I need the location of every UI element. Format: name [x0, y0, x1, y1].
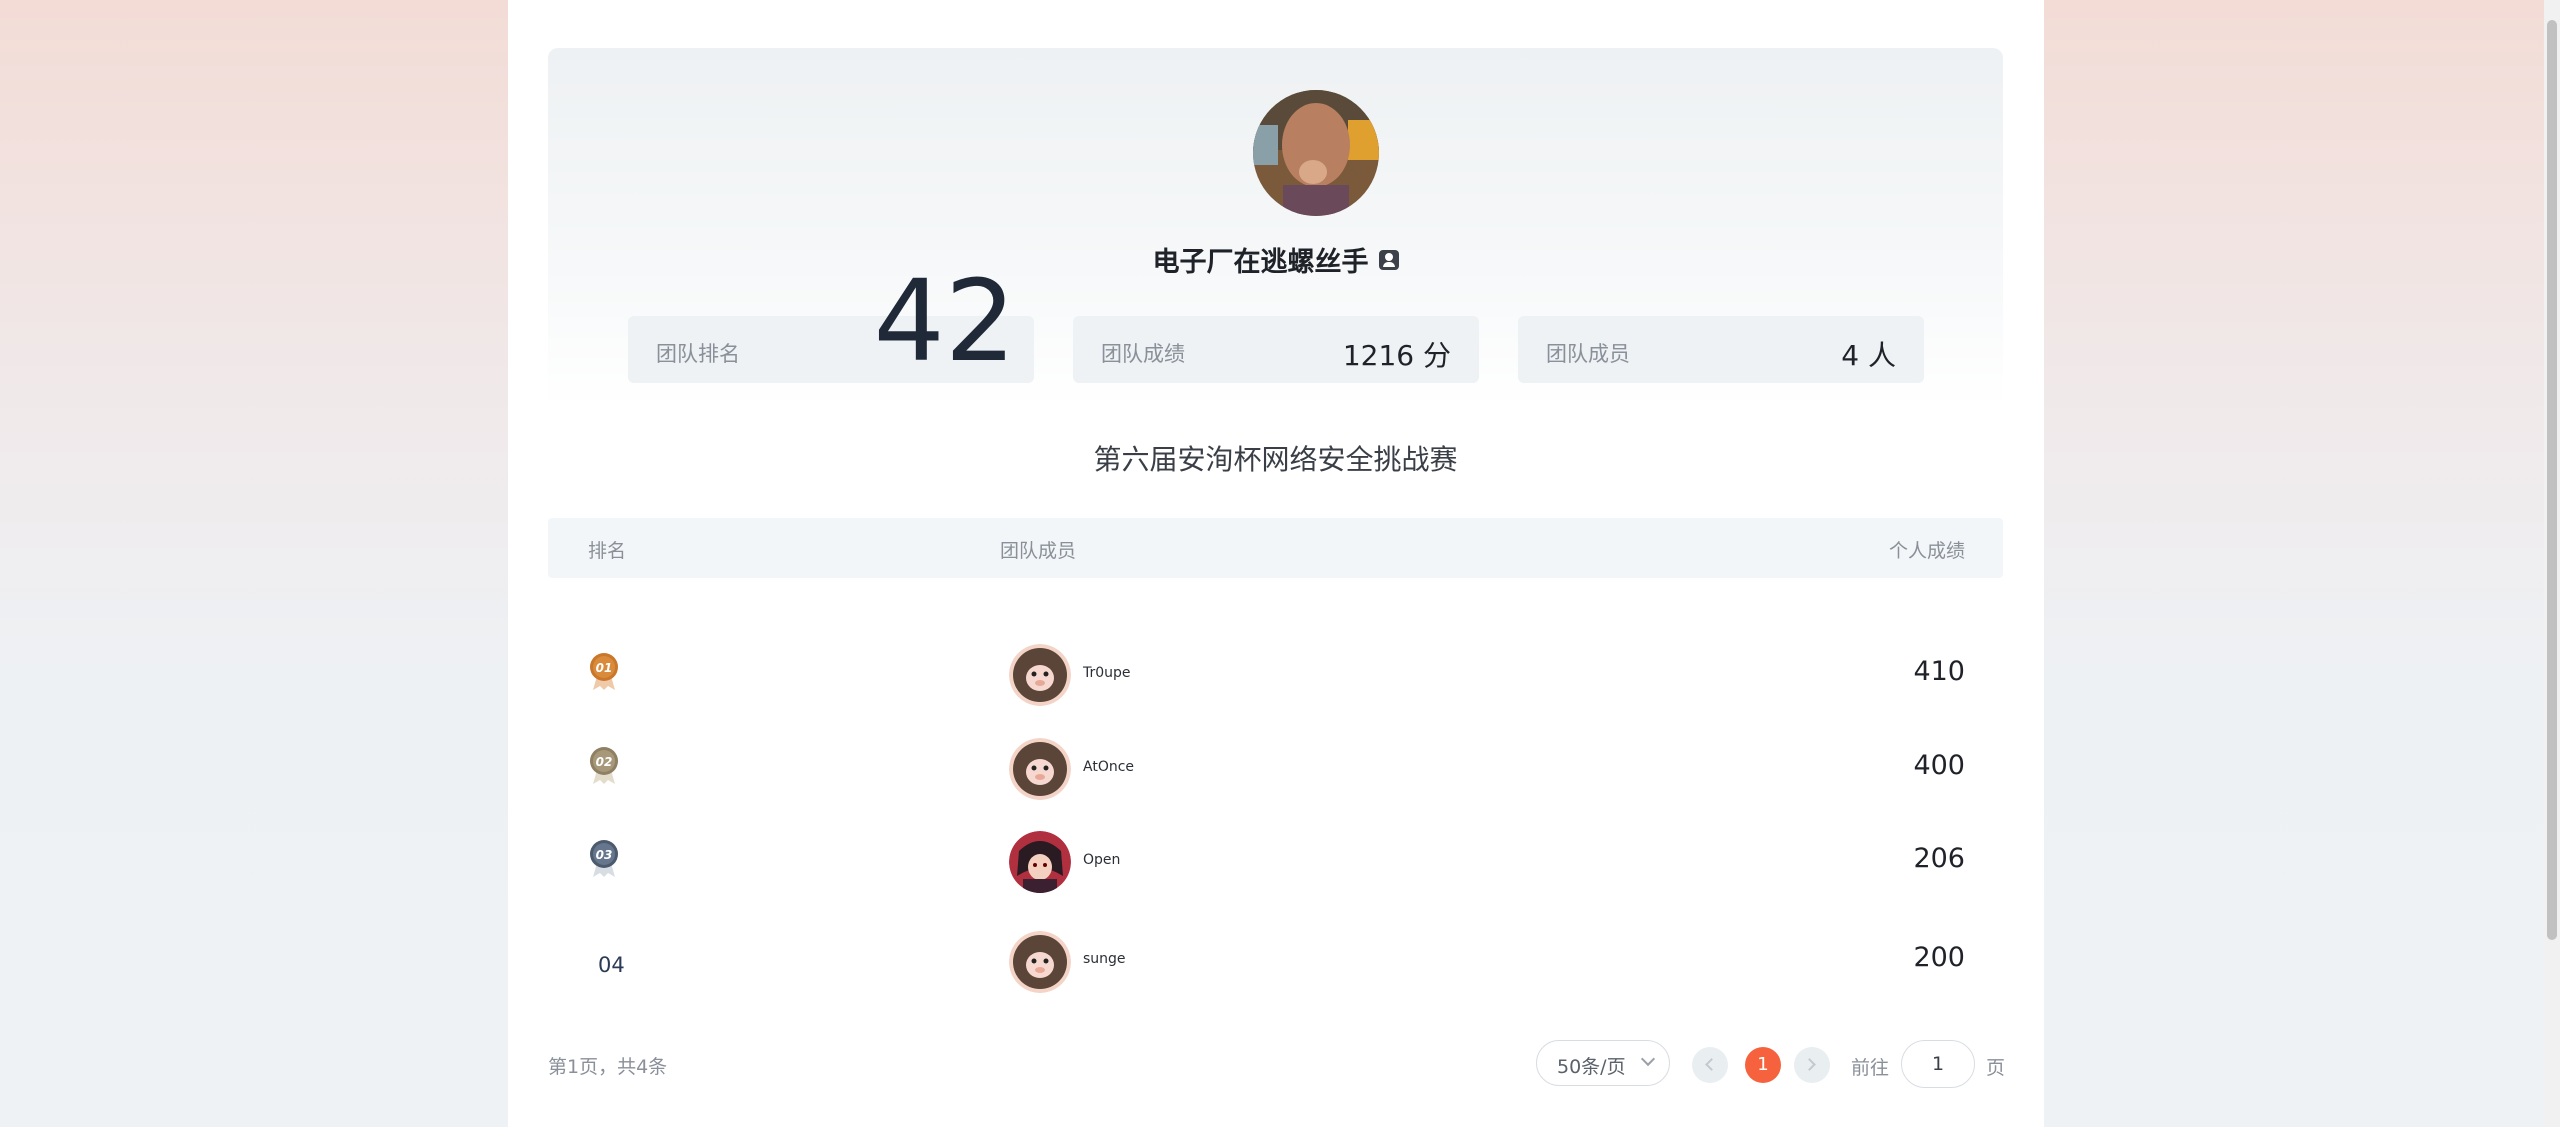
page-size-value: 50条/页: [1557, 1056, 1626, 1078]
rank-label: 01: [596, 661, 613, 675]
prev-page-button[interactable]: [1692, 1047, 1728, 1083]
rank-label: 02: [596, 755, 613, 769]
stat-members: 团队成员 4 人: [1518, 316, 1924, 383]
stat-rank-label: 团队排名: [656, 342, 740, 366]
page-number-current[interactable]: 1: [1745, 1047, 1781, 1083]
goto-page-input[interactable]: [1901, 1040, 1975, 1088]
competition-title: 第六届安洵杯网络安全挑战赛: [1093, 443, 1458, 476]
scrollbar-thumb[interactable]: [2547, 20, 2557, 940]
stat-score-value: 1216 分: [1342, 339, 1451, 372]
pagination-summary: 第1页，共4条: [548, 1056, 668, 1078]
silver-medal-icon: 02: [590, 747, 618, 784]
member-name[interactable]: Open: [1083, 852, 1120, 868]
member-name[interactable]: sunge: [1083, 951, 1126, 967]
team-badge-icon: [1378, 250, 1399, 270]
rank-label: 03: [596, 848, 613, 862]
table-header: 排名 团队成员 个人成绩: [548, 518, 2003, 578]
bronze-medal-icon: 03: [590, 840, 618, 877]
page-size-select[interactable]: 50条/页: [1536, 1040, 1670, 1086]
goto-suffix: 页: [1986, 1057, 2006, 1079]
stat-members-value: 4 人: [1841, 339, 1896, 372]
page-container: 电子厂在逃螺丝手 团队排名 42 团队成绩 1216 分 团队成员 4 人 第六…: [508, 0, 2044, 1127]
member-score: 400: [1913, 750, 1965, 781]
stat-score-label: 团队成绩: [1101, 342, 1185, 366]
gold-medal-icon: 01: [590, 653, 618, 690]
stat-score: 团队成绩 1216 分: [1073, 316, 1479, 383]
stat-members-label: 团队成员: [1546, 342, 1630, 366]
table-row: 03 Open 206: [548, 831, 2003, 915]
member-score: 200: [1913, 942, 1965, 973]
next-page-button[interactable]: [1794, 1047, 1830, 1083]
table-row: 01 Tr0upe 410: [548, 644, 2003, 728]
chevron-down-icon: [1640, 1051, 1656, 1067]
table-row: 04 sunge 200: [548, 931, 2003, 1025]
avatar: [1009, 931, 1071, 993]
chevron-left-icon: [1705, 1058, 1718, 1071]
member-score: 206: [1913, 843, 1965, 874]
member-score: 410: [1913, 656, 1965, 687]
avatar: [1009, 831, 1071, 893]
scrollbar[interactable]: [2544, 0, 2560, 1127]
header-rank: 排名: [588, 540, 627, 562]
rank-text: 04: [598, 953, 625, 977]
header-members: 团队成员: [1000, 540, 1077, 562]
team-avatar: [1253, 90, 1379, 216]
header-score: 个人成绩: [1888, 540, 1965, 562]
goto-label: 前往: [1851, 1057, 1890, 1079]
avatar: [1009, 644, 1071, 706]
team-name: 电子厂在逃螺丝手: [548, 240, 2003, 279]
stat-rank-value: 42: [873, 257, 1016, 387]
stat-rank: 团队排名 42: [628, 266, 1034, 383]
avatar: [1009, 738, 1071, 800]
team-header: 电子厂在逃螺丝手 团队排名 42 团队成绩 1216 分 团队成员 4 人: [548, 48, 2003, 408]
member-name[interactable]: AtOnce: [1083, 759, 1134, 775]
chevron-right-icon: [1803, 1058, 1816, 1071]
table-row: 02 AtOnce 400: [548, 738, 2003, 822]
member-name[interactable]: Tr0upe: [1083, 665, 1131, 681]
